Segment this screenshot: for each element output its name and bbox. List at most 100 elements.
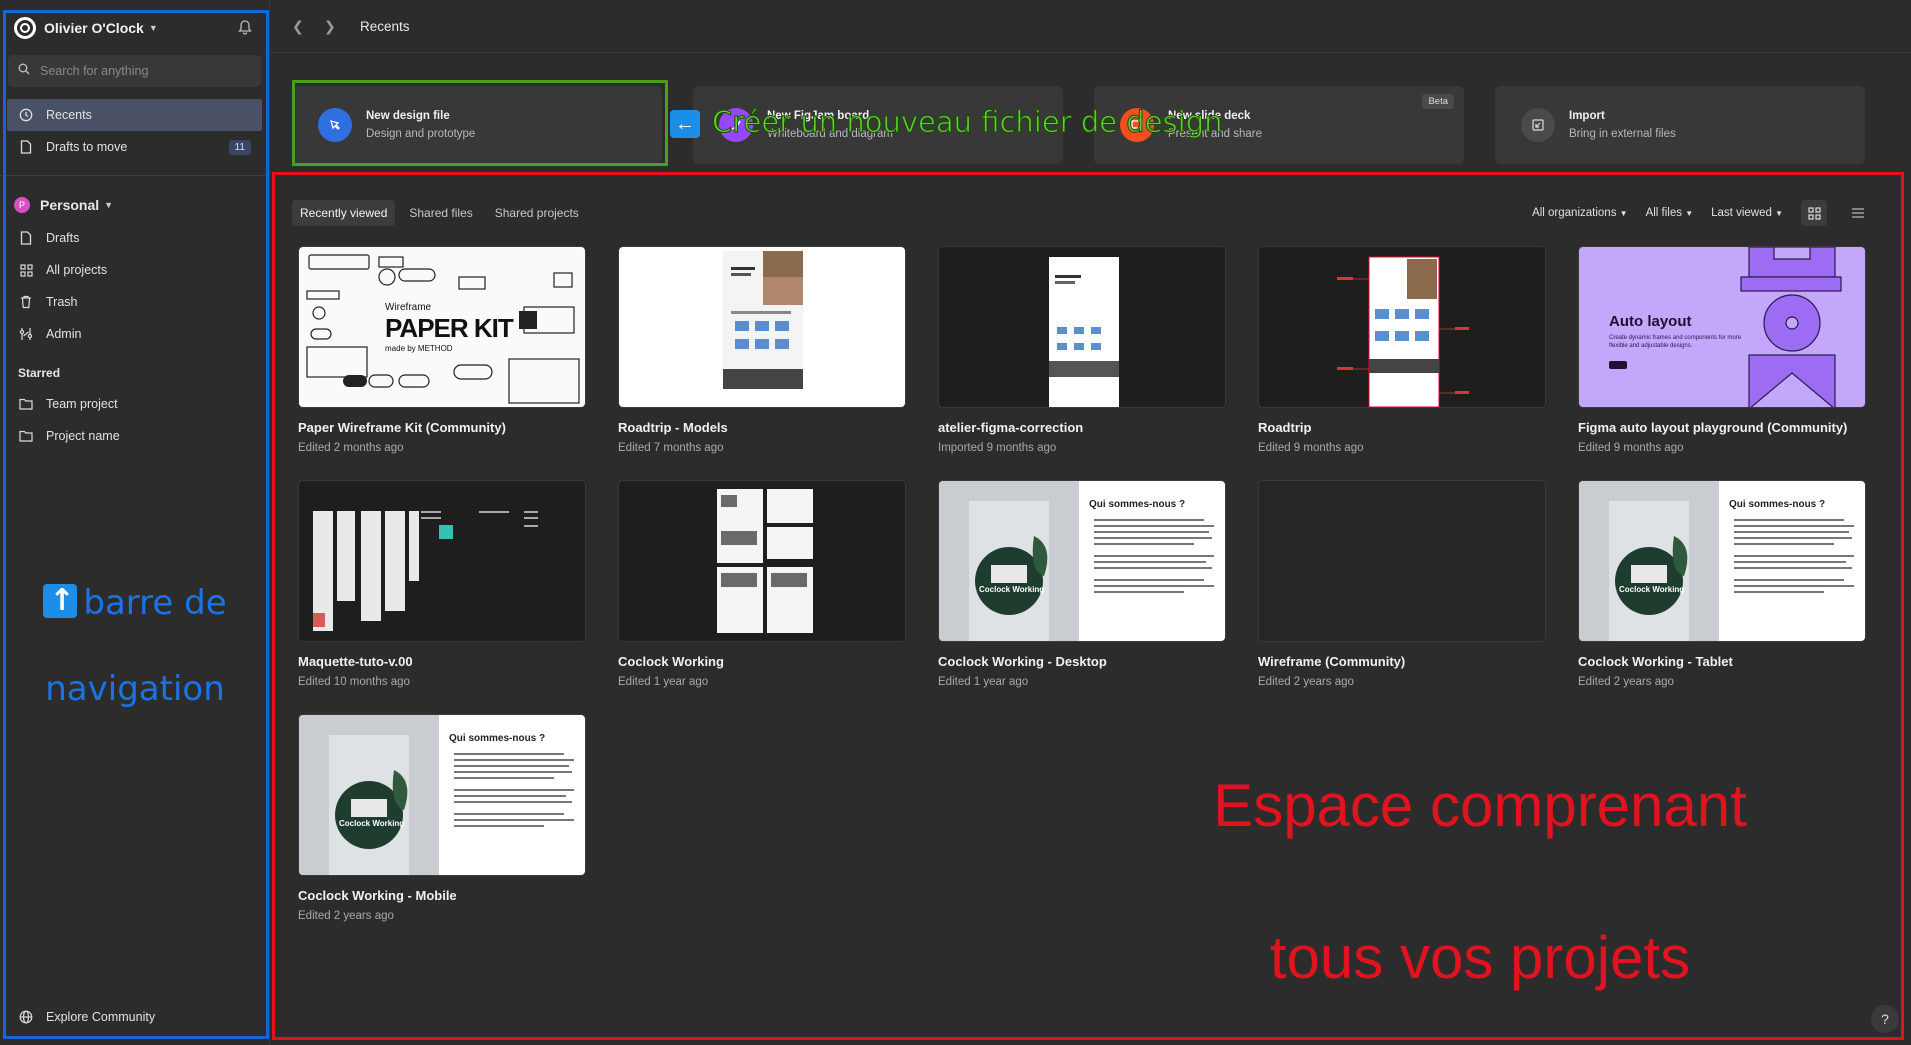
file-meta: Edited 2 years ago bbox=[1578, 676, 1674, 688]
file-meta: Imported 9 months ago bbox=[938, 442, 1057, 454]
file-name[interactable]: atelier-figma-correction bbox=[938, 420, 1226, 435]
thumb-title: Qui sommes-nous ? bbox=[449, 733, 546, 744]
file-name[interactable]: Coclock Working - Mobile bbox=[298, 888, 586, 903]
sort-filter[interactable]: Last viewed ▼ bbox=[1711, 207, 1783, 219]
files-filter[interactable]: All files ▼ bbox=[1646, 207, 1694, 219]
file-thumbnail[interactable] bbox=[938, 246, 1226, 408]
import-icon bbox=[1521, 108, 1555, 142]
file-thumbnail[interactable]: Qui sommes-nous ? Coclock Working bbox=[298, 714, 586, 876]
sidebar-item-trash[interactable]: Trash bbox=[0, 286, 269, 318]
chevron-down-icon[interactable]: ▼ bbox=[149, 23, 158, 33]
file-meta: Edited 2 years ago bbox=[1258, 676, 1354, 688]
sidebar-item-recents[interactable]: Recents bbox=[7, 99, 262, 131]
beta-badge: Beta bbox=[1422, 94, 1454, 109]
tab-shared-projects[interactable]: Shared projects bbox=[487, 200, 587, 226]
search-box[interactable] bbox=[8, 55, 261, 87]
explore-community-link[interactable]: Explore Community bbox=[0, 1001, 269, 1033]
grid-icon bbox=[18, 262, 34, 278]
sidebar-item-admin[interactable]: Admin bbox=[0, 318, 269, 350]
top-bar: ❮ ❯ Recents bbox=[270, 0, 1911, 53]
file-name[interactable]: Maquette-tuto-v.00 bbox=[298, 654, 586, 669]
file-name[interactable]: Coclock Working - Tablet bbox=[1578, 654, 1866, 669]
thumb-subtitle: Wireframe bbox=[385, 302, 432, 313]
sidebar-item-label: All projects bbox=[46, 263, 108, 277]
file-thumbnail[interactable]: Wireframe PAPER KIT made by METHOD bbox=[298, 246, 586, 408]
thumb-subtitle: Create dynamic frames and components for… bbox=[1609, 335, 1742, 349]
file-card[interactable]: Qui sommes-nous ? Coclock Working Cocloc… bbox=[298, 714, 586, 922]
file-meta: Edited 2 years ago bbox=[298, 910, 394, 922]
file-card[interactable]: atelier-figma-correction Imported 9 mont… bbox=[938, 246, 1226, 454]
file-card[interactable]: Roadtrip - Models Edited 7 months ago bbox=[618, 246, 906, 454]
chevron-down-icon: ▼ bbox=[1685, 209, 1694, 218]
file-card[interactable]: Qui sommes-nous ? Coclock Working Cocloc… bbox=[1578, 480, 1866, 688]
folder-icon bbox=[18, 396, 34, 412]
filter-label: All organizations bbox=[1532, 207, 1617, 219]
thumb-title: PAPER KIT bbox=[385, 313, 514, 343]
sidebar-item-project-name[interactable]: Project name bbox=[0, 420, 269, 452]
team-switcher[interactable]: P Personal ▼ bbox=[0, 188, 269, 222]
file-name[interactable]: Coclock Working bbox=[618, 654, 906, 669]
team-avatar: P bbox=[14, 197, 30, 213]
file-name[interactable]: Coclock Working - Desktop bbox=[938, 654, 1226, 669]
file-name[interactable]: Paper Wireframe Kit (Community) bbox=[298, 420, 586, 435]
search-input[interactable] bbox=[40, 64, 240, 78]
chevron-down-icon: ▼ bbox=[1619, 209, 1628, 218]
back-arrow-icon[interactable]: ❮ bbox=[292, 18, 324, 35]
file-card[interactable]: Roadtrip Edited 9 months ago bbox=[1258, 246, 1546, 454]
file-name[interactable]: Wireframe (Community) bbox=[1258, 654, 1546, 669]
card-title: Import bbox=[1569, 110, 1605, 122]
file-thumbnail[interactable]: Auto layout Create dynamic frames and co… bbox=[1578, 246, 1866, 408]
help-button[interactable]: ? bbox=[1871, 1005, 1899, 1033]
file-icon bbox=[18, 230, 34, 246]
file-meta: Edited 9 months ago bbox=[1578, 442, 1684, 454]
file-thumbnail[interactable]: Qui sommes-nous ? Coclock Working bbox=[1578, 480, 1866, 642]
count-badge: 11 bbox=[228, 139, 251, 155]
file-card[interactable]: Maquette-tuto-v.00 Edited 10 months ago bbox=[298, 480, 586, 688]
file-icon bbox=[18, 139, 34, 155]
file-thumbnail[interactable] bbox=[618, 246, 906, 408]
sidebar-item-label: Trash bbox=[46, 295, 78, 309]
file-thumbnail[interactable]: Qui sommes-nous ? Coclock Working bbox=[938, 480, 1226, 642]
file-card[interactable]: Wireframe PAPER KIT made by METHOD Paper… bbox=[298, 246, 586, 454]
account-header[interactable]: Olivier O'Clock ▼ bbox=[0, 0, 269, 55]
file-meta: Edited 1 year ago bbox=[938, 676, 1029, 688]
file-card[interactable]: Qui sommes-nous ? Coclock Working Cocloc… bbox=[938, 480, 1226, 688]
file-card[interactable]: Coclock Working Edited 1 year ago bbox=[618, 480, 906, 688]
organizations-filter[interactable]: All organizations ▼ bbox=[1532, 207, 1628, 219]
file-meta: Edited 9 months ago bbox=[1258, 442, 1364, 454]
sidebar-item-label: Project name bbox=[46, 429, 120, 443]
user-name[interactable]: Olivier O'Clock bbox=[44, 20, 144, 36]
card-subtitle: Bring in external files bbox=[1569, 128, 1676, 140]
file-thumbnail[interactable] bbox=[1258, 246, 1546, 408]
page-title: Recents bbox=[360, 18, 410, 34]
thumb-logo: Coclock Working bbox=[1619, 585, 1685, 594]
trash-icon bbox=[18, 294, 34, 310]
file-thumbnail[interactable] bbox=[1258, 480, 1546, 642]
thumb-title: Qui sommes-nous ? bbox=[1729, 499, 1826, 510]
sidebar-item-drafts[interactable]: Drafts bbox=[0, 222, 269, 254]
file-card[interactable]: Wireframe (Community) Edited 2 years ago bbox=[1258, 480, 1546, 688]
sidebar-item-drafts-to-move[interactable]: Drafts to move 11 bbox=[0, 131, 269, 163]
new-design-file-button[interactable]: New design file Design and prototype bbox=[292, 86, 662, 164]
tab-shared-files[interactable]: Shared files bbox=[401, 200, 480, 226]
sidebar-item-label: Admin bbox=[46, 327, 82, 341]
file-name[interactable]: Roadtrip - Models bbox=[618, 420, 906, 435]
sidebar-item-label: Recents bbox=[46, 108, 92, 122]
bell-icon[interactable] bbox=[235, 18, 255, 38]
file-name[interactable]: Roadtrip bbox=[1258, 420, 1546, 435]
grid-view-button[interactable] bbox=[1801, 200, 1827, 226]
sidebar-item-team-project[interactable]: Team project bbox=[0, 388, 269, 420]
chevron-down-icon[interactable]: ▼ bbox=[104, 200, 113, 210]
file-thumbnail[interactable] bbox=[618, 480, 906, 642]
filter-label: Last viewed bbox=[1711, 207, 1772, 219]
list-view-button[interactable] bbox=[1845, 200, 1871, 226]
file-card[interactable]: Auto layout Create dynamic frames and co… bbox=[1578, 246, 1866, 454]
forward-arrow-icon[interactable]: ❯ bbox=[324, 18, 356, 35]
file-thumbnail[interactable] bbox=[298, 480, 586, 642]
sidebar-item-label: Drafts to move bbox=[46, 140, 128, 154]
tab-recently-viewed[interactable]: Recently viewed bbox=[292, 200, 396, 226]
sidebar-item-all-projects[interactable]: All projects bbox=[0, 254, 269, 286]
file-name[interactable]: Figma auto layout playground (Community) bbox=[1578, 420, 1866, 435]
import-button[interactable]: Import Bring in external files bbox=[1495, 86, 1865, 164]
file-meta: Edited 10 months ago bbox=[298, 676, 410, 688]
